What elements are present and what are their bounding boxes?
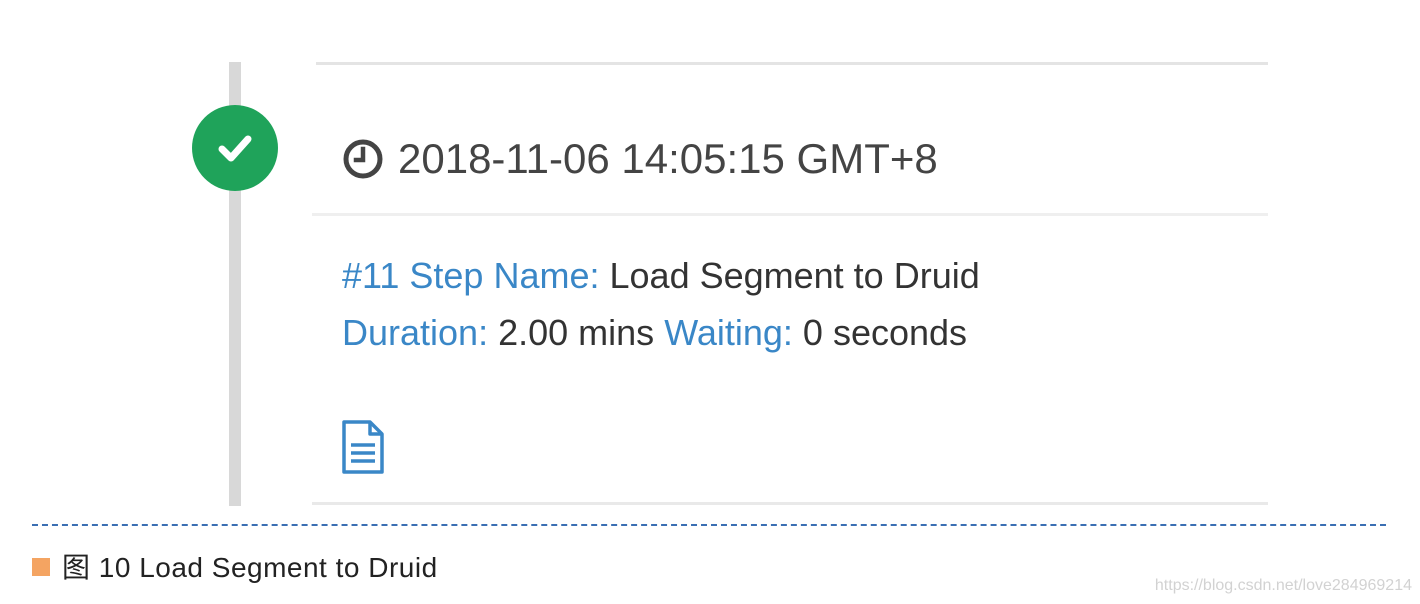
- header-divider: [312, 213, 1268, 216]
- clock-icon: [343, 139, 383, 179]
- step-name-label: #11 Step Name:: [342, 255, 600, 296]
- figure-caption: 图 10 Load Segment to Druid: [62, 552, 438, 583]
- step-timestamp: 2018-11-06 14:05:15 GMT+8: [398, 135, 938, 182]
- document-icon[interactable]: [340, 419, 386, 475]
- dashed-separator: [32, 524, 1386, 526]
- status-success-badge: [192, 105, 278, 191]
- page: 2018-11-06 14:05:15 GMT+8 #11 Step Name:…: [0, 0, 1420, 604]
- card-top-border: [316, 62, 1268, 65]
- step-card: 2018-11-06 14:05:15 GMT+8 #11 Step Name:…: [312, 62, 1268, 505]
- waiting-label: Waiting:: [664, 312, 793, 353]
- duration-value: 2.00 mins: [498, 312, 655, 353]
- waiting-value: 0 seconds: [802, 312, 968, 353]
- card-bottom-border: [312, 502, 1268, 505]
- watermark: https://blog.csdn.net/love284969214: [1154, 577, 1412, 594]
- duration-line: Duration: 2.00 mins Waiting: 0 seconds: [342, 311, 967, 355]
- step-name-value: Load Segment to Druid: [609, 255, 980, 296]
- duration-label: Duration:: [342, 312, 489, 353]
- step-name-line: #11 Step Name: Load Segment to Druid: [342, 254, 980, 298]
- check-icon: [218, 135, 252, 162]
- caption-marker: [32, 558, 50, 576]
